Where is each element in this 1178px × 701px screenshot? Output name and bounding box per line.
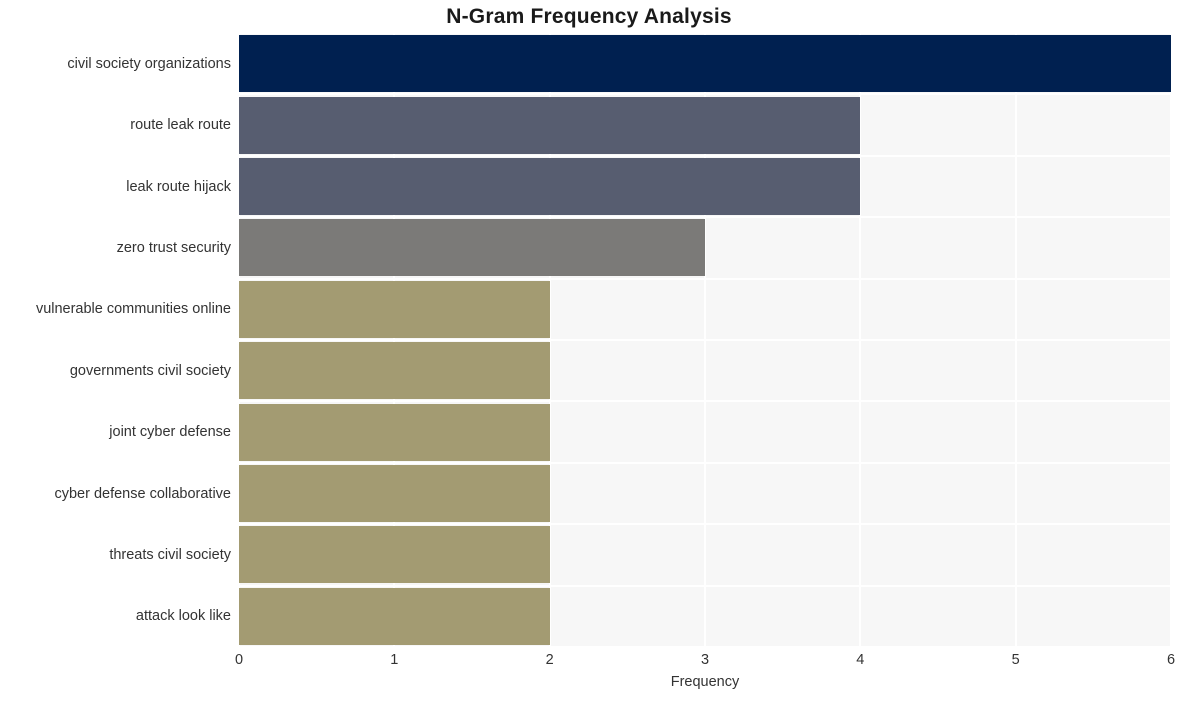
x-axis-tick-label: 5 bbox=[1011, 652, 1020, 668]
x-axis-tick-label: 2 bbox=[545, 652, 554, 668]
horizontal-gridline bbox=[239, 93, 1171, 96]
bar bbox=[239, 219, 705, 277]
y-axis-tick-label: zero trust security bbox=[116, 239, 231, 256]
plot-area bbox=[239, 33, 1171, 647]
x-axis-tick-label: 3 bbox=[700, 652, 710, 668]
horizontal-gridline bbox=[239, 584, 1171, 587]
bar bbox=[239, 158, 861, 215]
bar bbox=[239, 465, 550, 522]
y-axis-tick-label: civil society organizations bbox=[67, 55, 231, 72]
x-axis-tick-label: 4 bbox=[856, 652, 865, 668]
horizontal-gridline bbox=[239, 523, 1171, 526]
chart-figure: N-Gram Frequency Analysis civil society … bbox=[0, 0, 1178, 701]
horizontal-gridline bbox=[239, 277, 1171, 280]
y-axis-tick-label: leak route hijack bbox=[126, 178, 231, 195]
y-axis-tick-label: cyber defense collaborative bbox=[54, 485, 231, 502]
y-axis-tick-label: attack look like bbox=[135, 608, 231, 625]
horizontal-gridline bbox=[239, 400, 1171, 403]
y-axis-tick-label: threats civil society bbox=[109, 546, 231, 563]
x-axis-tick-label: 6 bbox=[1166, 652, 1176, 668]
chart-title: N-Gram Frequency Analysis bbox=[446, 5, 732, 28]
bar bbox=[239, 35, 1171, 93]
y-axis-tick-label: route leak route bbox=[130, 117, 231, 134]
y-axis-tick-labels: civil society organizations route leak ro… bbox=[0, 33, 231, 647]
bar bbox=[239, 280, 550, 338]
horizontal-gridline bbox=[239, 339, 1171, 341]
horizontal-gridline bbox=[239, 154, 1171, 157]
x-axis-label: Frequency bbox=[670, 674, 740, 690]
horizontal-gridline bbox=[239, 33, 1171, 34]
horizontal-gridline bbox=[239, 216, 1171, 219]
horizontal-gridline bbox=[239, 461, 1171, 464]
x-axis-tick-labels: 0 1 2 3 4 5 6 bbox=[235, 647, 1175, 677]
x-axis-tick-label: 0 bbox=[234, 652, 244, 668]
y-axis-tick-label: joint cyber defense bbox=[109, 424, 231, 441]
y-axis-tick-label: vulnerable communities online bbox=[35, 301, 231, 318]
bar bbox=[239, 403, 550, 461]
y-axis-tick-label: governments civil society bbox=[69, 362, 231, 379]
bar bbox=[239, 342, 550, 400]
bar bbox=[239, 96, 861, 154]
bar bbox=[239, 587, 550, 645]
bar bbox=[239, 526, 550, 584]
x-axis-tick-label: 1 bbox=[390, 652, 399, 668]
